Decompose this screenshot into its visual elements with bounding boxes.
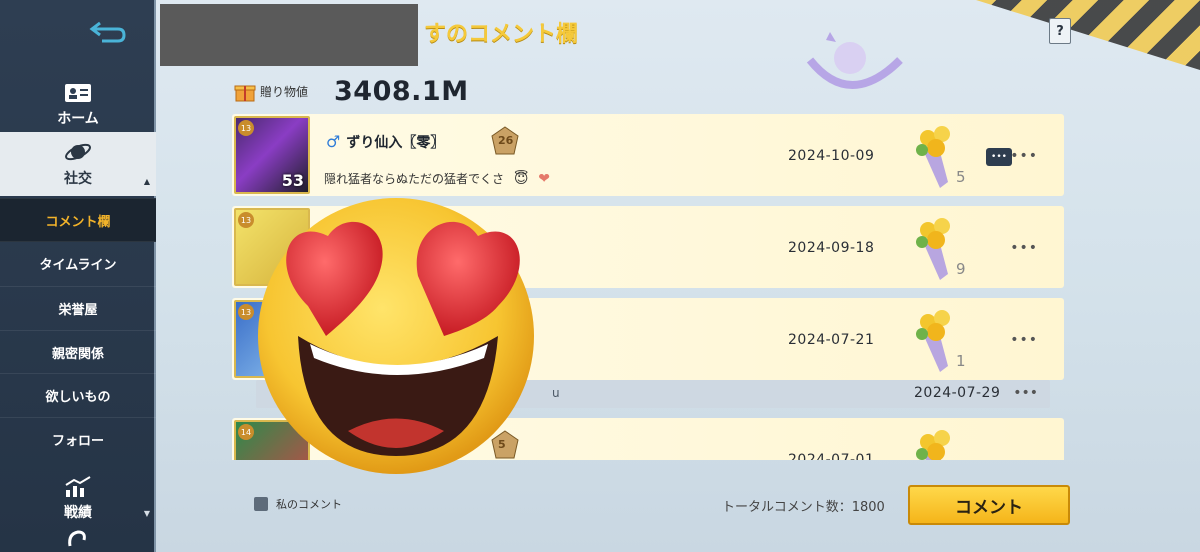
sidebar-item-wishlist[interactable]: 欲しいもの	[0, 373, 156, 417]
sidebar-item-intimacy[interactable]: 親密関係	[0, 330, 156, 374]
flower-bouquet-icon[interactable]	[910, 426, 960, 460]
nav-home-label: ホーム	[57, 111, 99, 127]
nav-stats-label: 戦績	[64, 505, 92, 521]
comment-date: 2024-07-21	[788, 332, 875, 348]
nav-stats[interactable]: 戦績 ▼	[0, 468, 156, 530]
my-comments-label: 私のコメント	[276, 498, 342, 511]
social-orbit-icon	[65, 143, 91, 161]
sidebar: ホーム 社交 ▲ コメント欄 タイムライン 栄誉屋 親密関係 欲しいもの フォロ…	[0, 0, 156, 552]
more-options-button[interactable]: •••	[1010, 148, 1038, 164]
nav-home[interactable]: ホーム	[0, 74, 156, 136]
avatar-badge: 13	[238, 120, 254, 136]
comment-text: 隠れ猛者ならぬただの猛者でくさ 😇 ❤	[324, 170, 550, 187]
comment-date: 2024-07-01	[788, 452, 875, 460]
swirl-icon	[68, 530, 86, 547]
commenter-name-text: ずり仙入〖零〗	[346, 135, 445, 151]
gift-count: 9	[956, 260, 966, 278]
flower-bouquet-icon[interactable]	[910, 122, 960, 192]
reply-date: 2024-07-29	[914, 385, 1001, 401]
help-button[interactable]: ?	[1049, 18, 1071, 44]
help-icon: ?	[1056, 23, 1064, 39]
male-icon: ♂	[326, 132, 341, 151]
comment-button[interactable]: コメント	[908, 485, 1070, 525]
commenter-avatar[interactable]: 13 53	[234, 116, 310, 194]
id-card-icon	[65, 84, 91, 102]
my-comments-toggle[interactable]: 私のコメント	[254, 496, 342, 512]
gift-value-label: 贈り物値	[260, 85, 309, 99]
rank-number: 26	[498, 134, 514, 147]
heart-emoji-icon: ❤	[538, 171, 551, 187]
comment-card: 13 53 ♂ ずり仙入〖零〗 26 隠れ猛者ならぬただの猛者でくさ 😇 ❤ 20…	[232, 114, 1064, 196]
redacted-username	[160, 4, 418, 66]
message-icon: •••	[991, 152, 1007, 162]
gift-box-icon	[234, 85, 256, 101]
sidebar-item-timeline[interactable]: タイムライン	[0, 241, 156, 285]
nav-more[interactable]	[0, 528, 156, 552]
checkbox[interactable]	[254, 497, 268, 511]
nav-social-label: 社交	[64, 171, 92, 187]
page-title: すのコメント欄	[424, 22, 579, 47]
sidebar-item-follow[interactable]: フォロー	[0, 417, 156, 461]
commenter-name[interactable]: ♂ ずり仙入〖零〗	[326, 132, 444, 152]
gift-value: 3408.1M	[334, 76, 469, 107]
sidebar-item-honor-room[interactable]: 栄誉屋	[0, 286, 156, 330]
reply-more-button[interactable]: •••	[1013, 385, 1038, 401]
back-arrow-icon	[89, 21, 126, 43]
nav-social[interactable]: 社交 ▲	[0, 132, 156, 196]
collapse-caret-icon: ▲	[143, 177, 150, 186]
angel-emoji-icon: 😇	[513, 171, 529, 187]
gift-count: 1	[956, 352, 966, 370]
gift-value-row: 贈り物値 3408.1M	[234, 76, 469, 107]
comment-text-body: 隠れ猛者ならぬただの猛者でくさ	[324, 172, 505, 186]
gift-count: 5	[956, 168, 966, 186]
comment-date: 2024-10-09	[788, 148, 875, 164]
chart-up-icon	[65, 476, 91, 497]
more-options-button[interactable]: •••	[1010, 240, 1038, 256]
message-button[interactable]: •••	[986, 148, 1012, 166]
expand-caret-icon: ▼	[143, 509, 150, 518]
flower-bouquet-icon[interactable]	[910, 306, 960, 376]
more-options-button[interactable]: •••	[1010, 332, 1038, 348]
comment-date: 2024-09-18	[788, 240, 875, 256]
sidebar-item-comments[interactable]: コメント欄	[0, 198, 156, 242]
flower-bouquet-icon[interactable]	[910, 214, 960, 284]
heart-eyes-emoji-overlay	[258, 198, 534, 474]
clown-face-decoration	[806, 32, 903, 89]
total-comments: トータルコメント数：1800	[722, 500, 885, 515]
reply-text: u	[552, 386, 560, 400]
back-button[interactable]	[80, 14, 136, 50]
